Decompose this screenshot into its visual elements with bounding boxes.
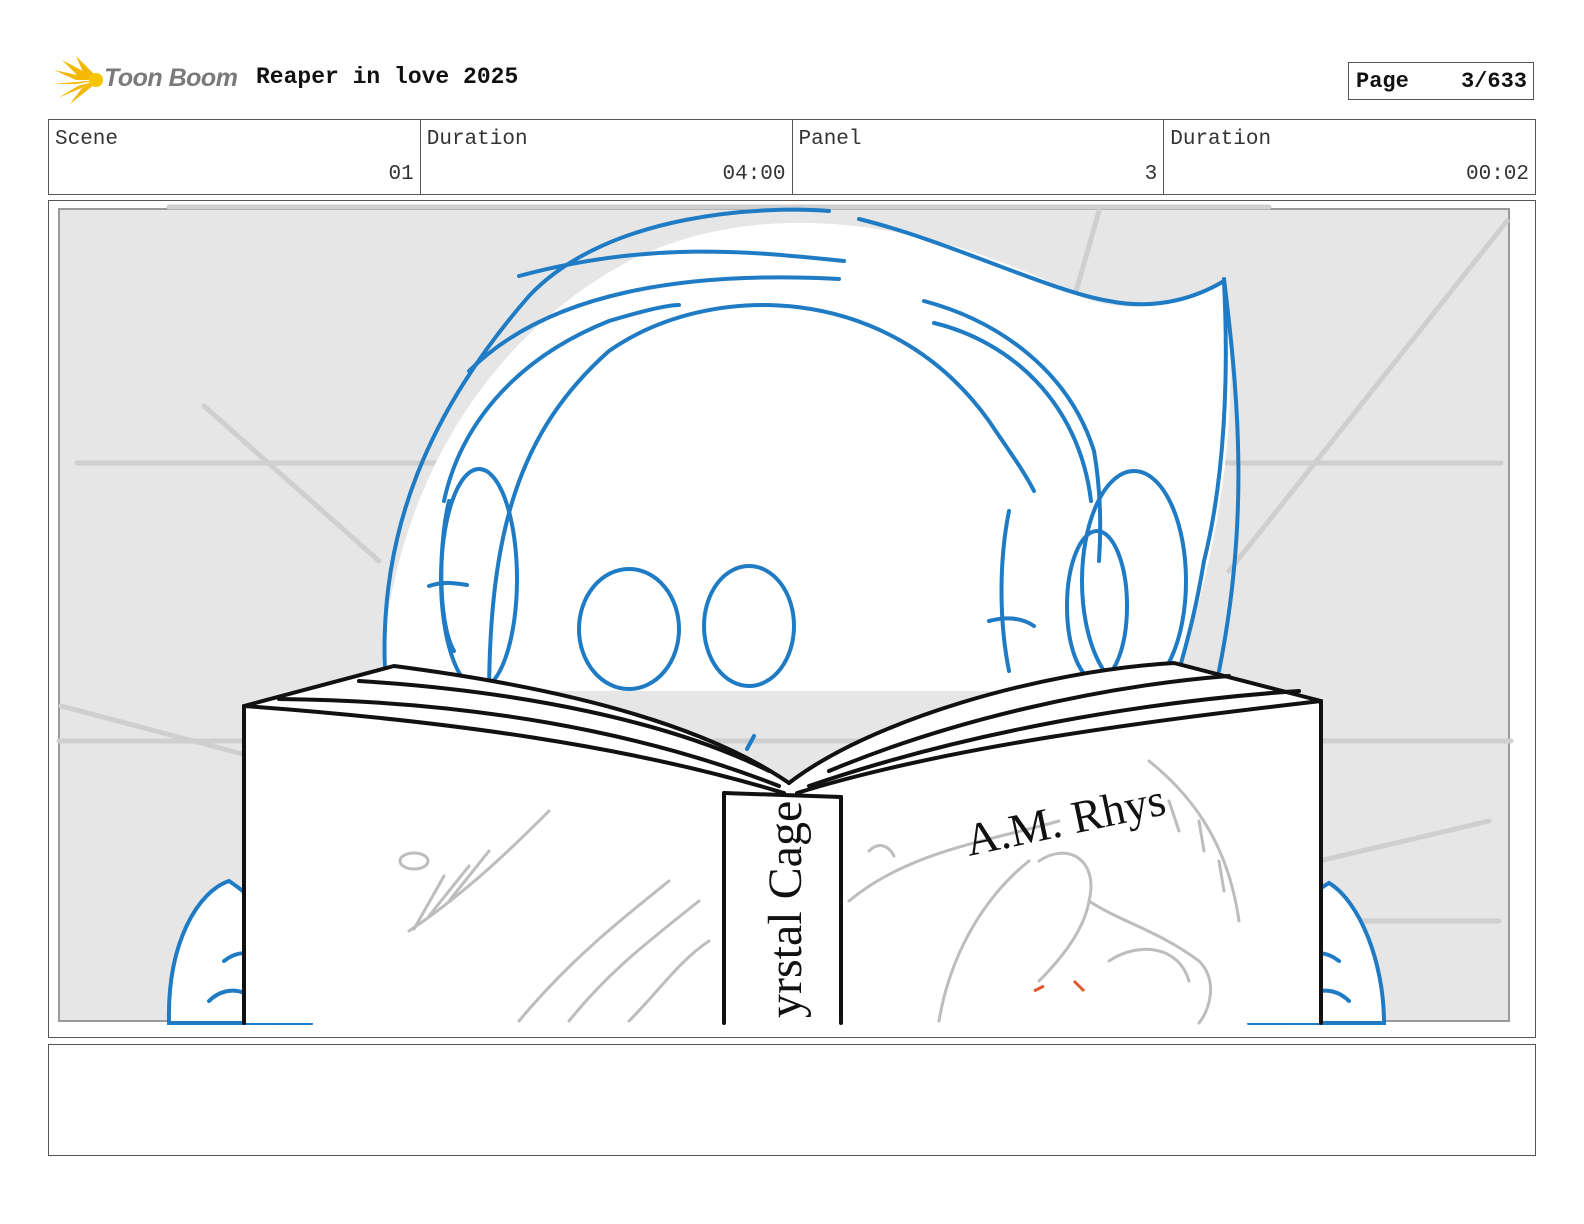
storyboard-header: Toon Boom Reaper in love 2025 Page 3/633 <box>48 54 1536 104</box>
panel-drawing: yrstal Cage A.M. Rhys <box>56 204 1514 1025</box>
panel-label: Panel <box>798 128 862 151</box>
scene-duration-label: Duration <box>426 128 528 151</box>
action-notes-box[interactable] <box>48 1044 1536 1156</box>
page-value: 3/633 <box>1460 69 1527 94</box>
panel-duration-value: 00:02 <box>1465 163 1529 186</box>
scene-value: 01 <box>388 163 414 186</box>
toon-boom-logo: Toon Boom <box>52 56 242 104</box>
scene-duration-value: 04:00 <box>722 163 786 186</box>
toon-boom-logo-icon <box>52 56 103 104</box>
book-spine-title: yrstal Cage <box>759 801 812 1018</box>
panel-value: 3 <box>1144 163 1158 186</box>
panel-duration-label: Duration <box>1170 128 1272 151</box>
panel-duration-cell: Duration 00:02 <box>1164 120 1535 194</box>
page-indicator: Page 3/633 <box>1348 62 1534 100</box>
panel-image-frame[interactable]: yrstal Cage A.M. Rhys <box>48 200 1536 1038</box>
project-title: Reaper in love 2025 <box>256 64 519 90</box>
scene-info-row: Scene 01 Duration 04:00 Panel 3 Duration… <box>48 119 1536 195</box>
scene-cell: Scene 01 <box>49 120 421 194</box>
scene-label: Scene <box>55 128 119 151</box>
page-label: Page <box>1356 69 1409 94</box>
panel-cell: Panel 3 <box>793 120 1165 194</box>
scene-duration-cell: Duration 04:00 <box>421 120 793 194</box>
brand-name: Toon Boom <box>104 64 238 92</box>
